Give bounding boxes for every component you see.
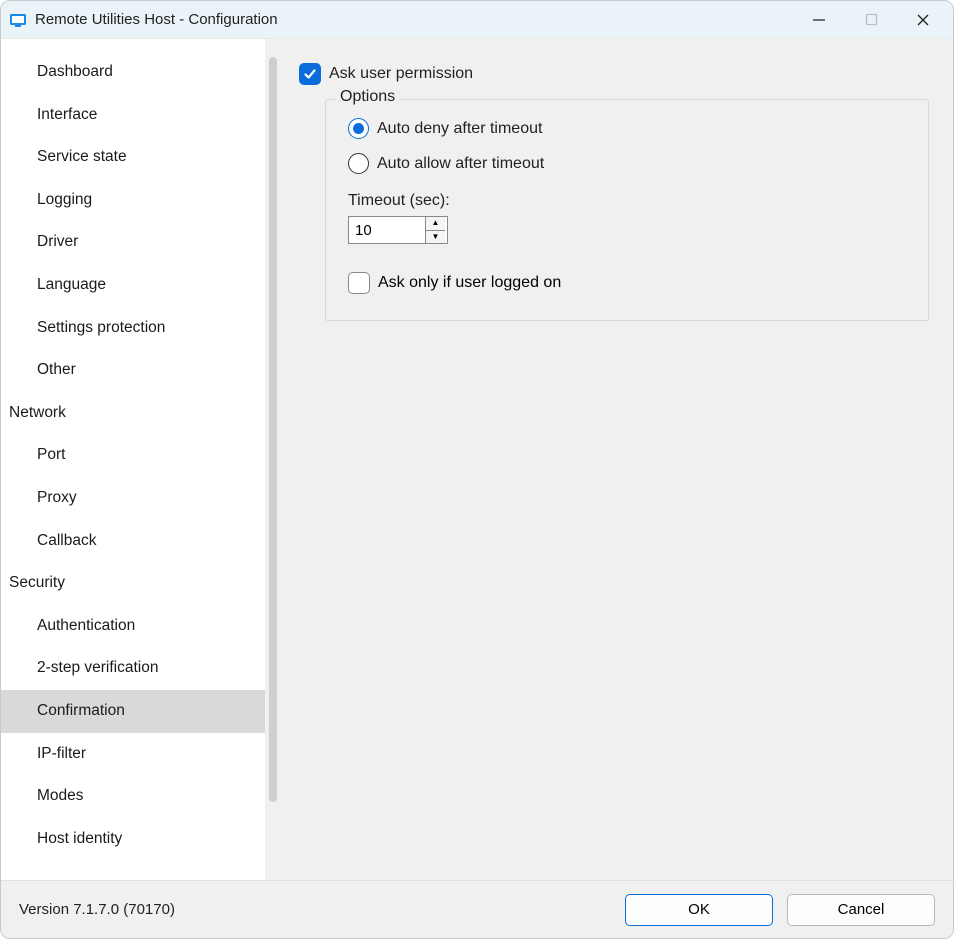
minimize-button[interactable]: [807, 8, 831, 32]
config-window: Remote Utilities Host - Configuration Da…: [0, 0, 954, 939]
spinner-buttons: ▲ ▼: [425, 217, 445, 243]
sidebar-item-confirmation[interactable]: Confirmation: [1, 690, 265, 733]
sidebar-item-2-step-verification[interactable]: 2-step verification: [1, 647, 265, 690]
auto-deny-row[interactable]: Auto deny after timeout: [348, 118, 906, 139]
sidebar-item-settings-protection[interactable]: Settings protection: [1, 307, 265, 350]
timeout-label: Timeout (sec):: [348, 192, 906, 210]
options-legend: Options: [336, 88, 399, 106]
sidebar-item-service-state[interactable]: Service state: [1, 136, 265, 179]
auto-deny-label: Auto deny after timeout: [377, 120, 542, 138]
sidebar-item-proxy[interactable]: Proxy: [1, 477, 265, 520]
sidebar-item-dashboard[interactable]: Dashboard: [1, 51, 265, 94]
spinner-down[interactable]: ▼: [426, 231, 445, 244]
footer: Version 7.1.7.0 (70170) OK Cancel: [1, 880, 953, 938]
sidebar-item-host-identity[interactable]: Host identity: [1, 818, 265, 861]
content-area: Ask user permission Options Auto deny af…: [265, 39, 953, 880]
sidebar-item-logging[interactable]: Logging: [1, 179, 265, 222]
ok-button[interactable]: OK: [625, 894, 773, 926]
sidebar-item-port[interactable]: Port: [1, 434, 265, 477]
sidebar-item-language[interactable]: Language: [1, 264, 265, 307]
cancel-button[interactable]: Cancel: [787, 894, 935, 926]
sidebar-item-authentication[interactable]: Authentication: [1, 605, 265, 648]
sidebar-item-interface[interactable]: Interface: [1, 94, 265, 137]
ask-permission-label: Ask user permission: [329, 65, 473, 83]
options-group: Options Auto deny after timeout Auto all…: [325, 99, 929, 321]
sidebar-item-modes[interactable]: Modes: [1, 775, 265, 818]
sidebar-item-callback[interactable]: Callback: [1, 520, 265, 563]
ask-only-logged-label: Ask only if user logged on: [378, 274, 561, 292]
window-title: Remote Utilities Host - Configuration: [35, 11, 807, 28]
ask-only-logged-row[interactable]: Ask only if user logged on: [348, 272, 906, 294]
sidebar-header-network: Network: [1, 392, 265, 435]
auto-deny-radio[interactable]: [348, 118, 369, 139]
sidebar-item-driver[interactable]: Driver: [1, 221, 265, 264]
body: DashboardInterfaceService stateLoggingDr…: [1, 39, 953, 880]
maximize-button[interactable]: [859, 8, 883, 32]
version-text: Version 7.1.7.0 (70170): [19, 901, 611, 918]
sidebar: DashboardInterfaceService stateLoggingDr…: [1, 39, 265, 880]
sidebar-item-other[interactable]: Other: [1, 349, 265, 392]
auto-allow-radio[interactable]: [348, 153, 369, 174]
ask-permission-row[interactable]: Ask user permission: [299, 63, 931, 85]
ask-only-logged-checkbox[interactable]: [348, 272, 370, 294]
titlebar: Remote Utilities Host - Configuration: [1, 1, 953, 39]
timeout-spinner[interactable]: ▲ ▼: [348, 216, 448, 244]
app-icon: [9, 11, 27, 29]
sidebar-header-security: Security: [1, 562, 265, 605]
timeout-input[interactable]: [349, 217, 425, 243]
ask-permission-checkbox[interactable]: [299, 63, 321, 85]
spinner-up[interactable]: ▲: [426, 217, 445, 231]
auto-allow-label: Auto allow after timeout: [377, 155, 544, 173]
close-button[interactable]: [911, 8, 935, 32]
scrollbar[interactable]: [269, 57, 277, 802]
window-controls: [807, 8, 945, 32]
confirmation-panel: Ask user permission Options Auto deny af…: [277, 39, 953, 880]
sidebar-item-ip-filter[interactable]: IP-filter: [1, 733, 265, 776]
auto-allow-row[interactable]: Auto allow after timeout: [348, 153, 906, 174]
